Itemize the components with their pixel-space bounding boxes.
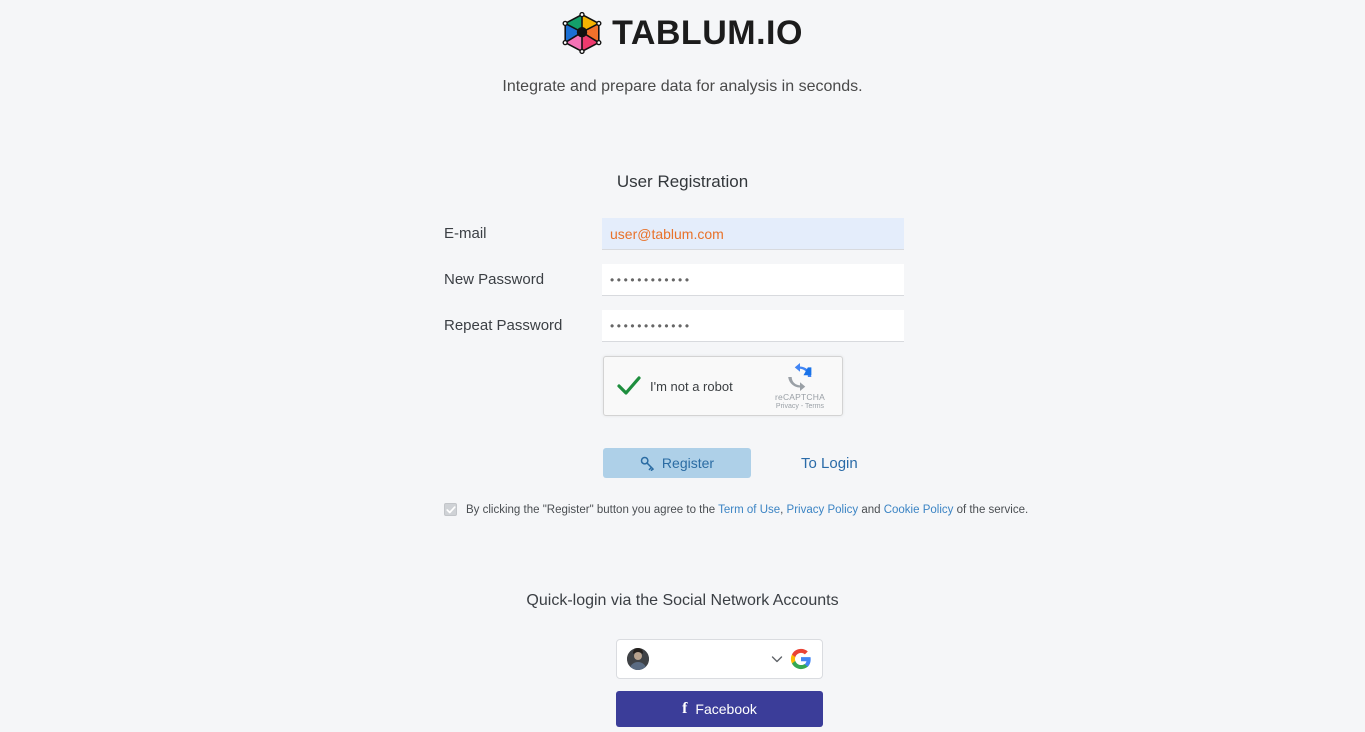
recaptcha-link-separator: - bbox=[800, 402, 804, 410]
recaptcha-branding: reCAPTCHA Privacy - Terms bbox=[770, 362, 830, 410]
recaptcha-privacy-link[interactable]: Privacy bbox=[776, 403, 799, 410]
recaptcha-checkmark-icon[interactable] bbox=[616, 373, 642, 399]
repeat-password-field[interactable] bbox=[602, 310, 904, 342]
recaptcha-legal-links[interactable]: Privacy - Terms bbox=[770, 403, 830, 410]
registration-page: TABLUM.IO Integrate and prepare data for… bbox=[0, 0, 1365, 732]
register-button-label: Register bbox=[661, 455, 715, 471]
google-signin-button[interactable] bbox=[616, 639, 823, 679]
hexagon-network-logo-icon bbox=[562, 12, 602, 54]
chevron-down-icon[interactable] bbox=[771, 653, 783, 665]
field-row-repeat-password: Repeat Password bbox=[444, 310, 904, 342]
to-login-link[interactable]: To Login bbox=[795, 454, 864, 473]
recaptcha-logo-icon bbox=[788, 362, 812, 391]
checkmark-icon bbox=[445, 505, 456, 513]
facebook-login-button[interactable]: f Facebook bbox=[616, 691, 823, 727]
page-title: User Registration bbox=[616, 172, 749, 191]
email-field[interactable] bbox=[602, 218, 904, 250]
avatar bbox=[627, 648, 649, 670]
terms-text: By clicking the "Register" button you ag… bbox=[466, 504, 1028, 516]
key-icon bbox=[640, 456, 654, 471]
form-actions: Register To Login bbox=[603, 448, 864, 478]
recaptcha-label: I'm not a robot bbox=[650, 378, 733, 394]
register-button[interactable]: Register bbox=[603, 448, 751, 478]
google-g-icon bbox=[790, 648, 811, 670]
social-login-title: Quick-login via the Social Network Accou… bbox=[526, 592, 839, 609]
email-label: E-mail bbox=[444, 225, 487, 242]
facebook-button-label: Facebook bbox=[695, 701, 757, 717]
repeat-password-label: Repeat Password bbox=[444, 317, 563, 334]
field-row-email: E-mail bbox=[444, 218, 904, 250]
terms-agreement: By clicking the "Register" button you ag… bbox=[444, 503, 1028, 516]
recaptcha-brand-text: reCAPTCHA bbox=[775, 391, 825, 402]
new-password-field[interactable] bbox=[602, 264, 904, 296]
recaptcha-terms-link[interactable]: Terms bbox=[805, 403, 824, 410]
registration-form: E-mail New Password Repeat Password bbox=[444, 218, 904, 356]
tagline: Integrate and prepare data for analysis … bbox=[502, 78, 863, 95]
terms-suffix: of the service. bbox=[953, 503, 1029, 516]
new-password-label: New Password bbox=[444, 271, 545, 288]
brand-name: TABLUM.IO bbox=[612, 14, 803, 52]
terms-checkbox[interactable] bbox=[444, 503, 457, 516]
term-of-use-link[interactable]: Term of Use bbox=[718, 504, 780, 516]
privacy-policy-link[interactable]: Privacy Policy bbox=[787, 504, 859, 516]
brand-header: TABLUM.IO bbox=[0, 12, 1365, 54]
field-row-new-password: New Password bbox=[444, 264, 904, 296]
terms-sep-2: and bbox=[858, 503, 884, 516]
cookie-policy-link[interactable]: Cookie Policy bbox=[884, 504, 954, 516]
facebook-f-icon: f bbox=[682, 700, 688, 717]
recaptcha-widget[interactable]: I'm not a robot reCAPTCHA Privacy - Term… bbox=[603, 356, 843, 416]
terms-prefix: By clicking the "Register" button you ag… bbox=[466, 503, 719, 516]
